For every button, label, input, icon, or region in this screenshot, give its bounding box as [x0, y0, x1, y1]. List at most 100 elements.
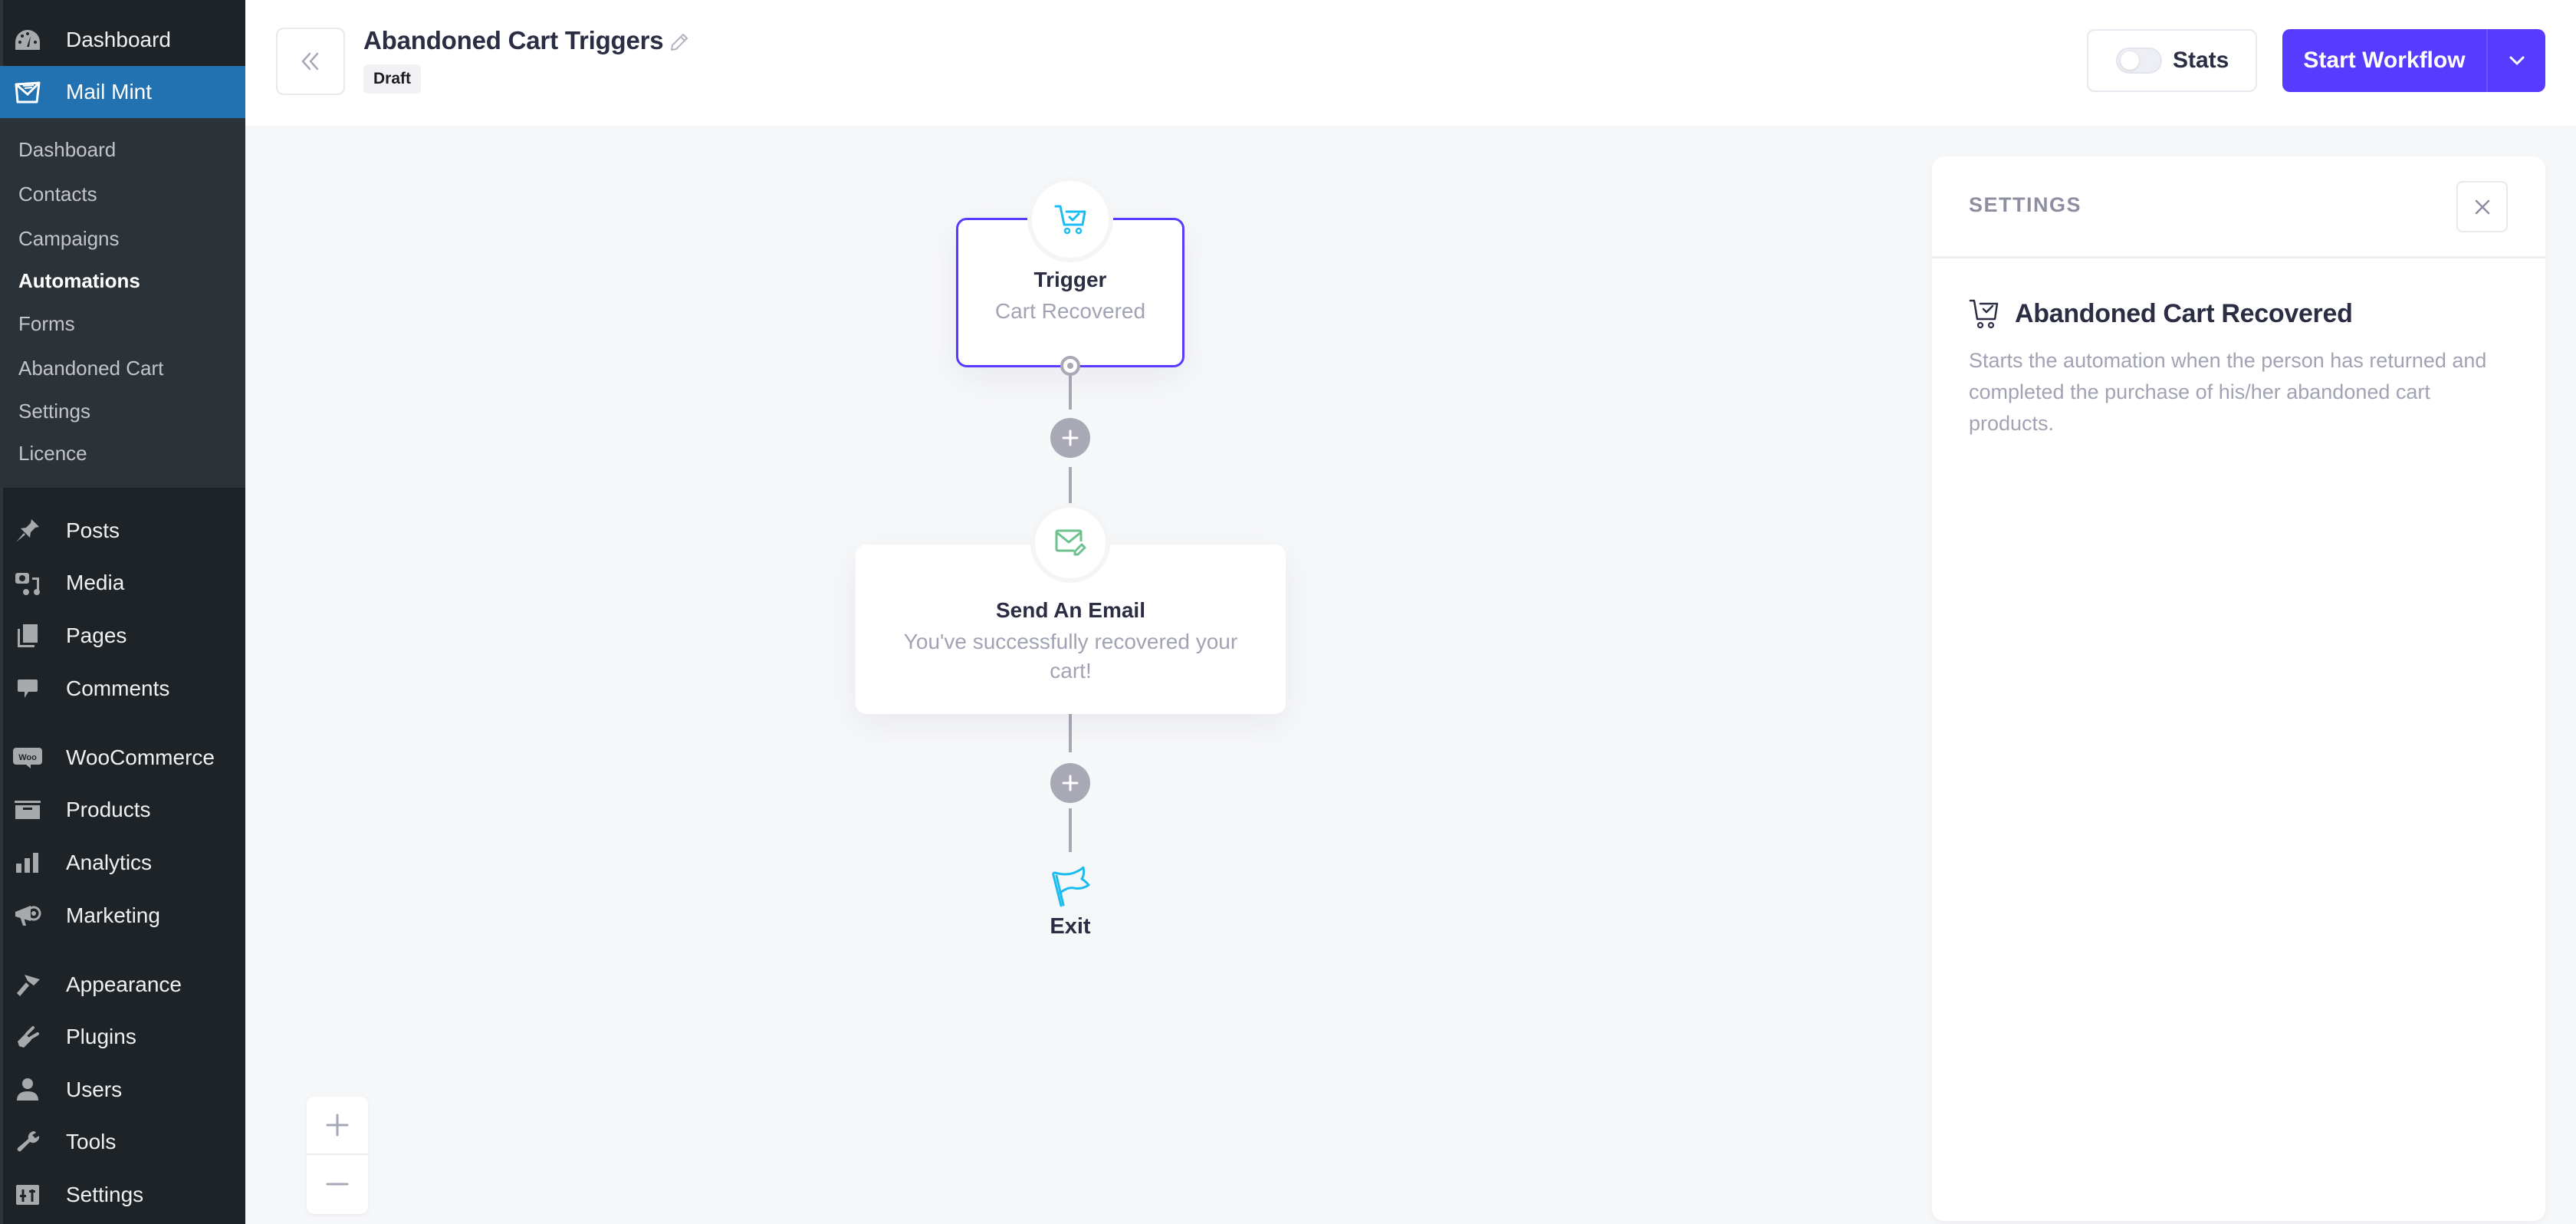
edit-title-button[interactable] — [669, 32, 689, 52]
plug-icon — [12, 1022, 43, 1052]
plus-icon — [326, 1114, 349, 1137]
connector-line — [1069, 376, 1072, 410]
email-node-desc: You've successfully recovered your cart! — [903, 630, 1238, 683]
wp-admin-sidebar: Dashboard Mail Mint Dashboard Contacts C… — [0, 0, 245, 1224]
exit-node[interactable] — [1051, 866, 1091, 908]
sidebar-item-comments[interactable]: Comments — [0, 663, 245, 715]
exit-label: Exit — [1050, 914, 1091, 939]
sidebar-item-label: Users — [66, 1078, 123, 1101]
chevron-down-icon — [2509, 56, 2524, 65]
media-icon — [12, 568, 43, 598]
sidebar-item-label: WooCommerce — [66, 745, 215, 769]
comment-icon — [12, 673, 43, 704]
sidebar-item-label: Comments — [66, 676, 170, 700]
double-chevron-left-icon — [301, 52, 319, 71]
mail-mint-icon — [12, 77, 43, 107]
mail-mint-submenu: Dashboard Contacts Campaigns Automations… — [0, 118, 245, 488]
sidebar-item-woocommerce[interactable]: Woo WooCommerce — [0, 732, 245, 784]
sidebar-item-appearance[interactable]: Appearance — [0, 959, 245, 1011]
back-button[interactable] — [276, 28, 345, 95]
submenu-licence[interactable]: Licence — [18, 438, 87, 469]
sidebar-item-mail-mint[interactable]: Mail Mint — [0, 66, 245, 118]
sidebar-item-products[interactable]: Products — [0, 784, 245, 836]
workflow-title: Abandoned Cart Triggers — [363, 26, 664, 54]
sidebar-item-label: Pages — [66, 624, 127, 647]
start-workflow-button-group: Start Workflow — [2282, 29, 2545, 92]
dashboard-icon — [12, 25, 43, 55]
sidebar-item-label: Marketing — [66, 903, 160, 927]
zoom-out-button[interactable] — [307, 1155, 368, 1213]
sidebar-item-settings[interactable]: Settings — [0, 1169, 245, 1221]
status-badge: Draft — [363, 64, 422, 94]
archive-icon — [12, 795, 43, 825]
sidebar-item-label: Posts — [66, 518, 120, 542]
pages-icon — [12, 620, 43, 651]
start-workflow-dropdown[interactable] — [2486, 29, 2545, 92]
bar-chart-icon — [12, 847, 43, 878]
close-icon — [2475, 199, 2489, 214]
email-icon-badge — [1030, 503, 1110, 583]
sidebar-item-label: Plugins — [66, 1025, 136, 1048]
submenu-dashboard[interactable]: Dashboard — [18, 134, 116, 165]
submenu-campaigns[interactable]: Campaigns — [18, 223, 120, 254]
submenu-contacts[interactable]: Contacts — [18, 179, 97, 209]
cart-check-icon — [1969, 299, 1999, 329]
workflow-canvas[interactable]: Trigger Cart Recovered Send An Email You… — [245, 126, 2576, 1224]
trigger-info-description: Starts the automation when the person ha… — [1969, 349, 2487, 435]
sidebar-item-users[interactable]: Users — [0, 1064, 245, 1116]
email-node-title: Send An Email — [995, 598, 1145, 622]
submenu-abandoned-cart[interactable]: Abandoned Cart — [18, 353, 163, 383]
sidebar-item-label: Products — [66, 798, 151, 821]
zoom-in-button[interactable] — [307, 1097, 368, 1155]
minus-icon — [326, 1183, 349, 1186]
sidebar-item-dashboard[interactable]: Dashboard — [0, 14, 245, 66]
sidebar-item-plugins[interactable]: Plugins — [0, 1011, 245, 1063]
sidebar-item-tools[interactable]: Tools — [0, 1116, 245, 1168]
submenu-settings[interactable]: Settings — [18, 396, 90, 426]
connector-line — [1069, 808, 1072, 852]
cart-check-icon — [1054, 205, 1086, 235]
sidebar-item-label: Settings — [66, 1183, 144, 1206]
submenu-forms[interactable]: Forms — [18, 308, 75, 339]
settings-panel: SETTINGS Abandoned Cart Recovered Starts… — [1932, 156, 2545, 1221]
flag-icon — [1052, 866, 1090, 907]
svg-text:Woo: Woo — [18, 753, 37, 762]
sidebar-item-analytics[interactable]: Analytics — [0, 837, 245, 889]
close-settings-button[interactable] — [2456, 181, 2508, 232]
connector-line — [1069, 714, 1072, 752]
plus-icon — [1062, 775, 1079, 791]
submenu-automations[interactable]: Automations — [18, 265, 140, 296]
toggle-knob — [2121, 51, 2139, 70]
add-step-button[interactable] — [1050, 763, 1090, 803]
stats-label: Stats — [2173, 48, 2229, 73]
sidebar-item-label: Appearance — [66, 972, 182, 996]
pencil-icon — [671, 34, 688, 51]
sidebar-item-pages[interactable]: Pages — [0, 610, 245, 662]
megaphone-icon — [12, 900, 43, 931]
email-edit-icon — [1055, 529, 1086, 556]
sidebar-item-media[interactable]: Media — [0, 557, 245, 609]
wrench-icon — [12, 1127, 43, 1157]
sidebar-item-label: Tools — [66, 1130, 117, 1153]
brush-icon — [12, 969, 43, 1000]
settings-panel-header: SETTINGS — [1932, 156, 2545, 258]
stats-toggle-switch[interactable] — [2116, 48, 2162, 74]
connector-line — [1069, 467, 1072, 504]
sidebar-item-label: Media — [66, 571, 125, 594]
zoom-controls — [307, 1097, 368, 1214]
sidebar-item-posts[interactable]: Posts — [0, 505, 245, 557]
sliders-icon — [12, 1180, 43, 1210]
stats-toggle-button[interactable]: Stats — [2087, 29, 2257, 92]
sidebar-item-label: Dashboard — [66, 28, 171, 51]
user-icon — [12, 1074, 43, 1105]
pin-icon — [12, 515, 43, 546]
trigger-icon-badge — [1027, 176, 1113, 262]
trigger-node-desc: Cart Recovered — [994, 299, 1146, 323]
add-step-button[interactable] — [1050, 418, 1090, 458]
trigger-output-handle[interactable] — [1060, 356, 1080, 376]
sidebar-item-label: Mail Mint — [66, 80, 153, 104]
trigger-info-heading: Abandoned Cart Recovered — [1969, 298, 2353, 330]
trigger-node-title: Trigger — [1033, 268, 1107, 291]
start-workflow-button[interactable]: Start Workflow — [2282, 29, 2486, 92]
sidebar-item-marketing[interactable]: Marketing — [0, 890, 245, 942]
